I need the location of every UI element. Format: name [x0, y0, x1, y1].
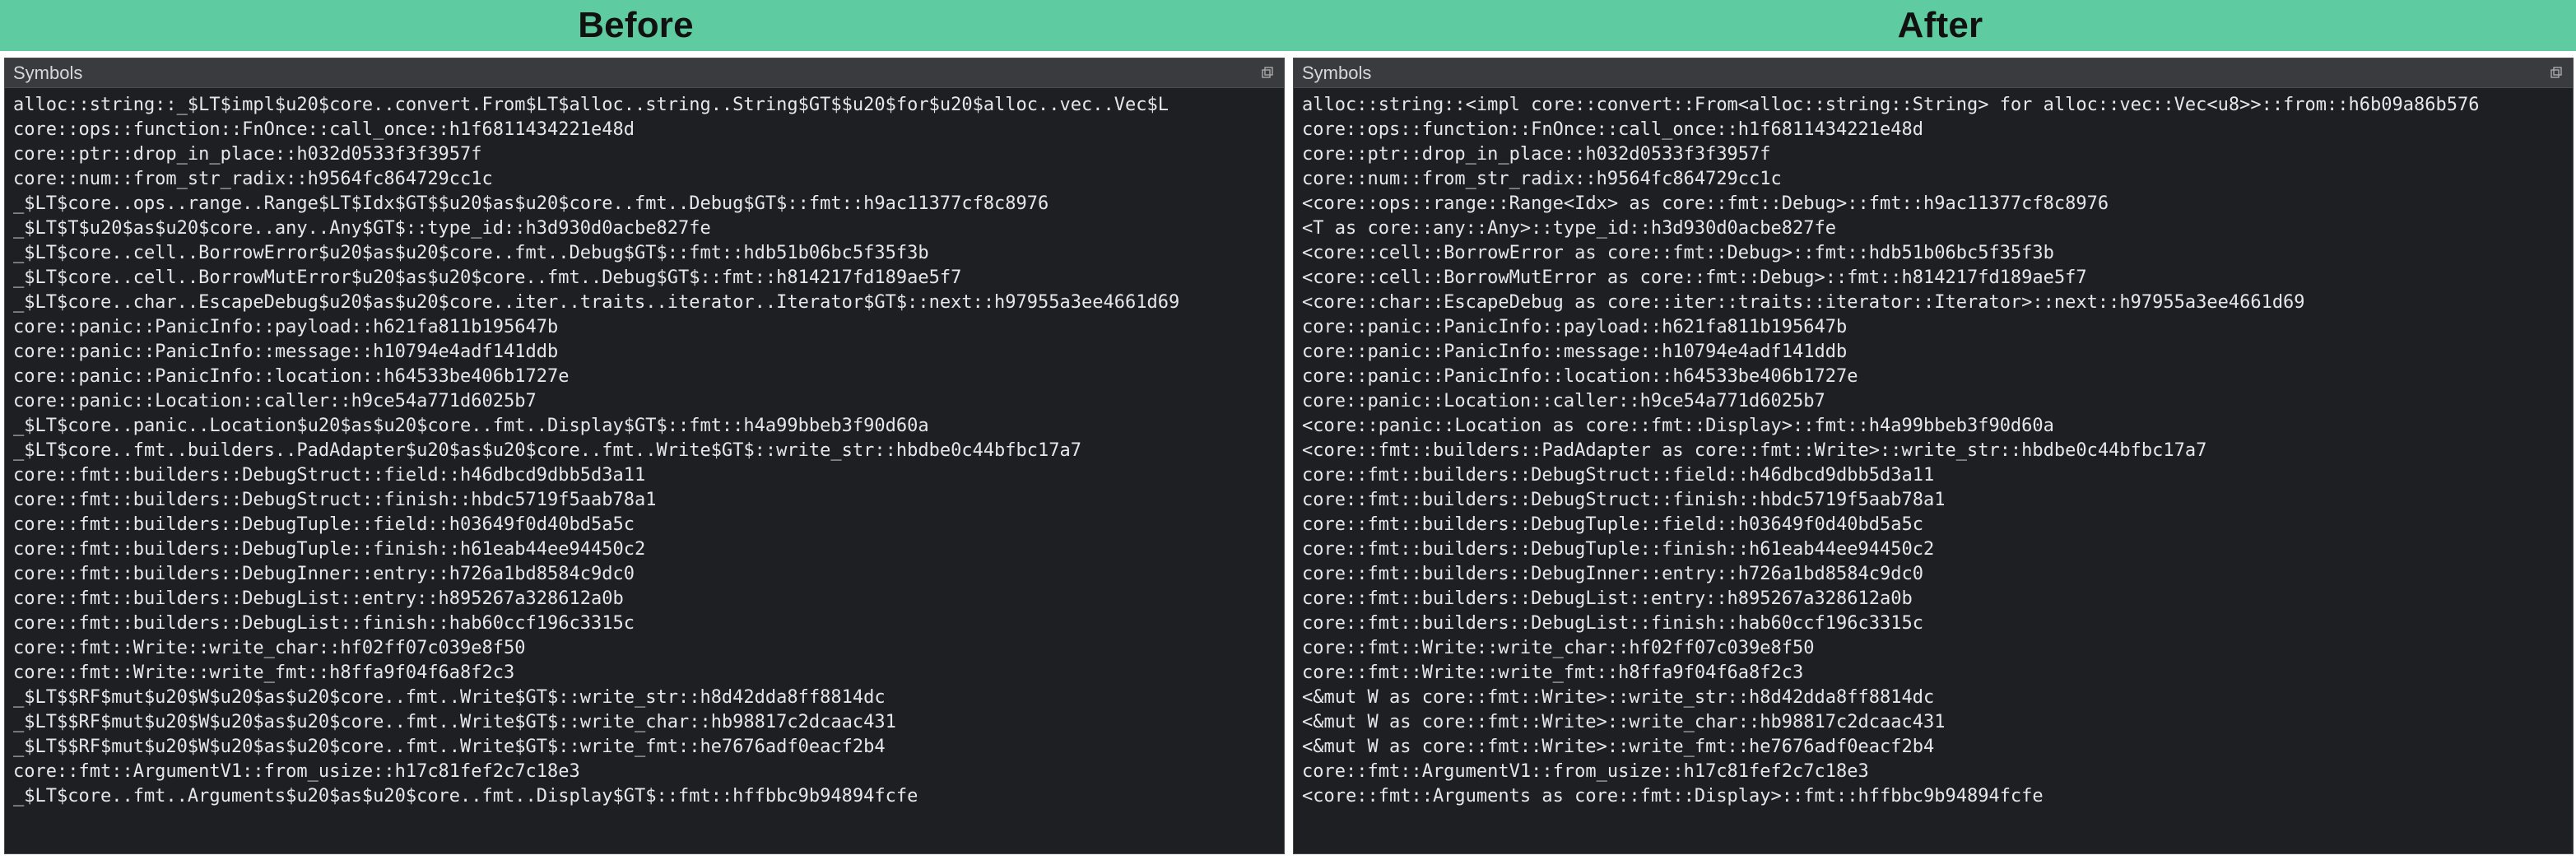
comparison-title-bar: Before After [0, 0, 2576, 51]
symbol-line[interactable]: _$LT$core..ops..range..Range$LT$Idx$GT$$… [13, 192, 1276, 216]
symbol-line[interactable]: alloc::string::<impl core::convert::From… [1302, 93, 2564, 118]
symbol-line[interactable]: core::fmt::builders::DebugStruct::field:… [13, 463, 1276, 488]
symbol-line[interactable]: core::fmt::builders::DebugList::entry::h… [13, 587, 1276, 611]
symbol-line[interactable]: core::fmt::Write::write_fmt::h8ffa9f04f6… [1302, 661, 2564, 686]
symbol-line[interactable]: _$LT$T$u20$as$u20$core..any..Any$GT$::ty… [13, 216, 1276, 241]
symbol-line[interactable]: _$LT$core..cell..BorrowMutError$u20$as$u… [13, 266, 1276, 291]
symbol-line[interactable]: core::fmt::builders::DebugStruct::field:… [1302, 463, 2564, 488]
pane-header-icons [2548, 65, 2564, 81]
symbol-line[interactable]: core::panic::PanicInfo::location::h64533… [1302, 365, 2564, 389]
symbol-line[interactable]: core::fmt::builders::DebugTuple::field::… [13, 513, 1276, 537]
symbol-list-before[interactable]: alloc::string::_$LT$impl$u20$core..conve… [5, 88, 1284, 817]
pane-title: Symbols [13, 63, 82, 84]
symbol-line[interactable]: <T as core::any::Any>::type_id::h3d930d0… [1302, 216, 2564, 241]
popout-icon[interactable] [2548, 65, 2564, 81]
title-after: After [1288, 0, 2576, 51]
symbol-line[interactable]: core::fmt::builders::DebugTuple::finish:… [1302, 537, 2564, 562]
symbol-line[interactable]: _$LT$$RF$mut$u20$W$u20$as$u20$core..fmt.… [13, 735, 1276, 760]
symbol-line[interactable]: _$LT$core..char..EscapeDebug$u20$as$u20$… [13, 291, 1276, 315]
symbol-line[interactable]: <core::panic::Location as core::fmt::Dis… [1302, 414, 2564, 439]
symbol-line[interactable]: core::fmt::builders::DebugInner::entry::… [13, 562, 1276, 587]
symbol-line[interactable]: core::fmt::builders::DebugStruct::finish… [1302, 488, 2564, 513]
symbol-line[interactable]: core::ptr::drop_in_place::h032d0533f3f39… [1302, 142, 2564, 167]
pane-title: Symbols [1302, 63, 1371, 84]
symbol-line[interactable]: core::fmt::builders::DebugList::finish::… [13, 611, 1276, 636]
symbol-line[interactable]: _$LT$core..fmt..builders..PadAdapter$u20… [13, 439, 1276, 463]
symbol-line[interactable]: core::panic::PanicInfo::payload::h621fa8… [13, 315, 1276, 340]
symbols-pane-after: Symbols alloc::string::<impl core::conve… [1293, 58, 2574, 854]
symbol-line[interactable]: core::num::from_str_radix::h9564fc864729… [1302, 167, 2564, 192]
symbol-line[interactable]: <&mut W as core::fmt::Write>::write_str:… [1302, 686, 2564, 710]
symbol-line[interactable]: <core::ops::range::Range<Idx> as core::f… [1302, 192, 2564, 216]
symbol-line[interactable]: _$LT$$RF$mut$u20$W$u20$as$u20$core..fmt.… [13, 686, 1276, 710]
pane-header: Symbols [5, 58, 1284, 88]
symbol-line[interactable]: alloc::string::_$LT$impl$u20$core..conve… [13, 93, 1276, 118]
symbol-line[interactable]: core::fmt::Write::write_char::hf02ff07c0… [1302, 636, 2564, 661]
symbol-line[interactable]: core::ptr::drop_in_place::h032d0533f3f39… [13, 142, 1276, 167]
symbol-line[interactable]: _$LT$core..panic..Location$u20$as$u20$co… [13, 414, 1276, 439]
symbol-line[interactable]: core::fmt::ArgumentV1::from_usize::h17c8… [1302, 760, 2564, 784]
symbol-line[interactable]: core::panic::Location::caller::h9ce54a77… [13, 389, 1276, 414]
symbol-line[interactable]: core::fmt::Write::write_char::hf02ff07c0… [13, 636, 1276, 661]
symbol-line[interactable]: core::panic::PanicInfo::message::h10794e… [1302, 340, 2564, 365]
title-before: Before [0, 0, 1288, 51]
symbol-line[interactable]: core::fmt::builders::DebugInner::entry::… [1302, 562, 2564, 587]
symbol-line[interactable]: core::fmt::builders::DebugTuple::field::… [1302, 513, 2564, 537]
symbol-line[interactable]: _$LT$core..fmt..Arguments$u20$as$u20$cor… [13, 784, 1276, 809]
symbol-line[interactable]: core::panic::PanicInfo::payload::h621fa8… [1302, 315, 2564, 340]
symbol-line[interactable]: <core::fmt::builders::PadAdapter as core… [1302, 439, 2564, 463]
symbol-line[interactable]: core::num::from_str_radix::h9564fc864729… [13, 167, 1276, 192]
symbol-list-after[interactable]: alloc::string::<impl core::convert::From… [1294, 88, 2573, 817]
symbol-line[interactable]: core::fmt::builders::DebugStruct::finish… [13, 488, 1276, 513]
symbol-line[interactable]: <core::fmt::Arguments as core::fmt::Disp… [1302, 784, 2564, 809]
symbol-line[interactable]: core::fmt::Write::write_fmt::h8ffa9f04f6… [13, 661, 1276, 686]
symbol-line[interactable]: _$LT$$RF$mut$u20$W$u20$as$u20$core..fmt.… [13, 710, 1276, 735]
symbol-line[interactable]: core::panic::PanicInfo::message::h10794e… [13, 340, 1276, 365]
symbol-line[interactable]: <&mut W as core::fmt::Write>::write_char… [1302, 710, 2564, 735]
symbol-line[interactable]: core::fmt::ArgumentV1::from_usize::h17c8… [13, 760, 1276, 784]
symbol-line[interactable]: _$LT$core..cell..BorrowError$u20$as$u20$… [13, 241, 1276, 266]
symbol-line[interactable]: core::fmt::builders::DebugList::finish::… [1302, 611, 2564, 636]
symbol-line[interactable]: core::ops::function::FnOnce::call_once::… [1302, 118, 2564, 142]
popout-icon[interactable] [1259, 65, 1276, 81]
symbol-line[interactable]: <&mut W as core::fmt::Write>::write_fmt:… [1302, 735, 2564, 760]
symbol-line[interactable]: core::fmt::builders::DebugTuple::finish:… [13, 537, 1276, 562]
symbol-line[interactable]: core::panic::PanicInfo::location::h64533… [13, 365, 1276, 389]
pane-header-icons [1259, 65, 1276, 81]
symbols-pane-before: Symbols alloc::string::_$LT$impl$u20$cor… [4, 58, 1285, 854]
symbol-line[interactable]: core::panic::Location::caller::h9ce54a77… [1302, 389, 2564, 414]
symbol-line[interactable]: <core::cell::BorrowError as core::fmt::D… [1302, 241, 2564, 266]
symbol-line[interactable]: <core::cell::BorrowMutError as core::fmt… [1302, 266, 2564, 291]
pane-header: Symbols [1294, 58, 2573, 88]
symbol-line[interactable]: core::fmt::builders::DebugList::entry::h… [1302, 587, 2564, 611]
symbol-line[interactable]: core::ops::function::FnOnce::call_once::… [13, 118, 1276, 142]
symbol-line[interactable]: <core::char::EscapeDebug as core::iter::… [1302, 291, 2564, 315]
